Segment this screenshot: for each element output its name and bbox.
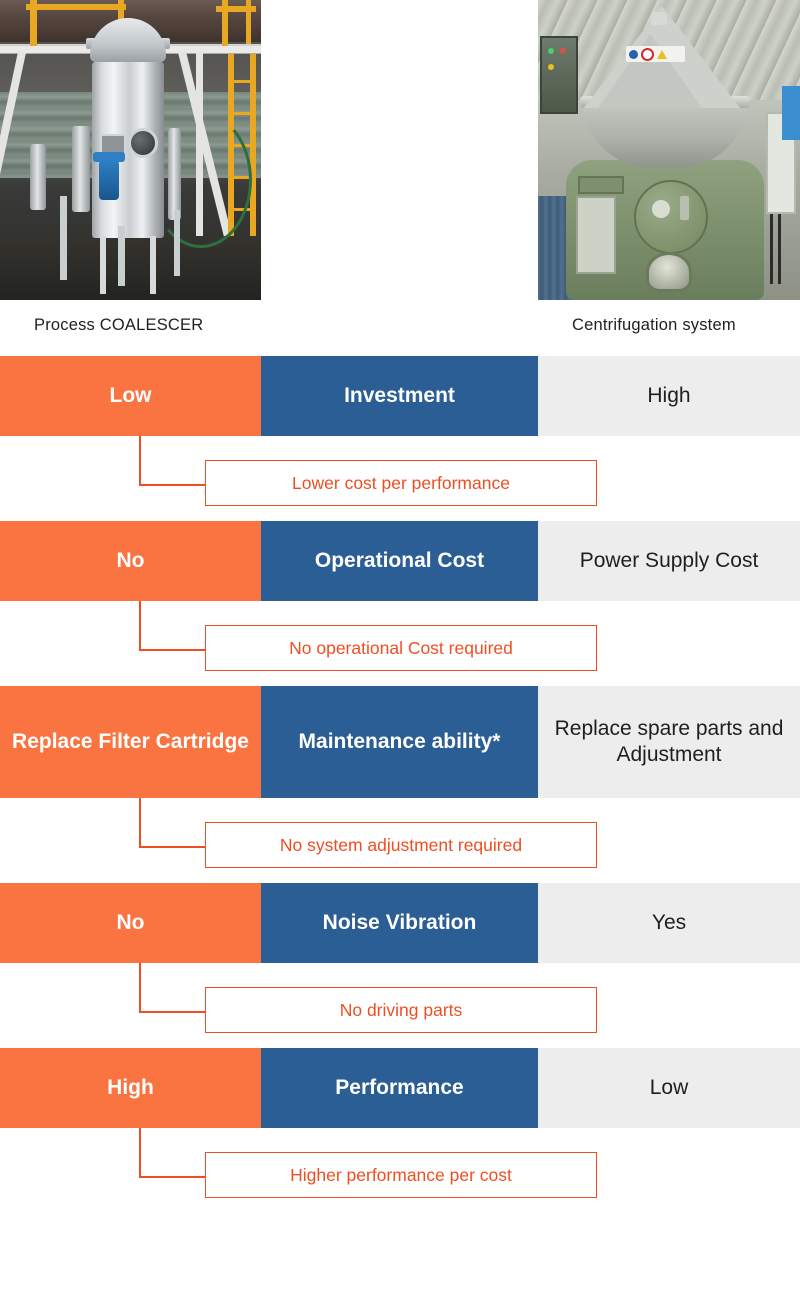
note-maintenance: No system adjustment required bbox=[205, 822, 597, 868]
criterion-operational-cost: Operational Cost bbox=[261, 521, 538, 601]
caption-centrifuge: Centrifugation system bbox=[572, 316, 736, 334]
connector-line-maintenance bbox=[139, 798, 208, 848]
coalescer-value-maintenance: Replace Filter Cartridge bbox=[0, 686, 261, 798]
comparison-row: High Performance Low bbox=[0, 1048, 800, 1128]
note-operational-cost: No operational Cost required bbox=[205, 625, 597, 671]
note-area-operational-cost: No operational Cost required bbox=[0, 601, 800, 686]
photo-header bbox=[0, 0, 800, 300]
note-investment: Lower cost per performance bbox=[205, 460, 597, 506]
connector-line-performance bbox=[139, 1128, 208, 1178]
comparison-row: No Noise Vibration Yes bbox=[0, 883, 800, 963]
note-area-performance: Higher performance per cost bbox=[0, 1128, 800, 1213]
note-area-noise: No driving parts bbox=[0, 963, 800, 1048]
note-performance: Higher performance per cost bbox=[205, 1152, 597, 1198]
coalescer-vessel-photo bbox=[0, 0, 261, 300]
connector-line-operational-cost bbox=[139, 601, 208, 651]
photo-captions: Process COALESCER Centrifugation system bbox=[0, 300, 800, 356]
centrifuge-separator-photo bbox=[538, 0, 800, 300]
coalescer-value-investment: Low bbox=[0, 356, 261, 436]
centrifuge-value-maintenance: Replace spare parts and Adjustment bbox=[538, 686, 800, 798]
connector-line-investment bbox=[139, 436, 208, 486]
criterion-investment: Investment bbox=[261, 356, 538, 436]
centrifuge-value-operational-cost: Power Supply Cost bbox=[538, 521, 800, 601]
caption-coalescer: Process COALESCER bbox=[34, 316, 204, 334]
coalescer-value-performance: High bbox=[0, 1048, 261, 1128]
warning-sticker bbox=[626, 46, 685, 62]
comparison-row: Low Investment High bbox=[0, 356, 800, 436]
criterion-noise: Noise Vibration bbox=[261, 883, 538, 963]
criterion-performance: Performance bbox=[261, 1048, 538, 1128]
criterion-maintenance: Maintenance ability* bbox=[261, 686, 538, 798]
note-area-maintenance: No system adjustment required bbox=[0, 798, 800, 883]
centrifuge-value-noise: Yes bbox=[538, 883, 800, 963]
connector-line-noise bbox=[139, 963, 208, 1013]
coalescer-value-operational-cost: No bbox=[0, 521, 261, 601]
comparison-table: Low Investment High Lower cost per perfo… bbox=[0, 356, 800, 1213]
comparison-row: No Operational Cost Power Supply Cost bbox=[0, 521, 800, 601]
coalescer-value-noise: No bbox=[0, 883, 261, 963]
centrifuge-value-investment: High bbox=[538, 356, 800, 436]
note-noise: No driving parts bbox=[205, 987, 597, 1033]
centrifuge-value-performance: Low bbox=[538, 1048, 800, 1128]
comparison-row: Replace Filter Cartridge Maintenance abi… bbox=[0, 686, 800, 798]
note-area-investment: Lower cost per performance bbox=[0, 436, 800, 521]
